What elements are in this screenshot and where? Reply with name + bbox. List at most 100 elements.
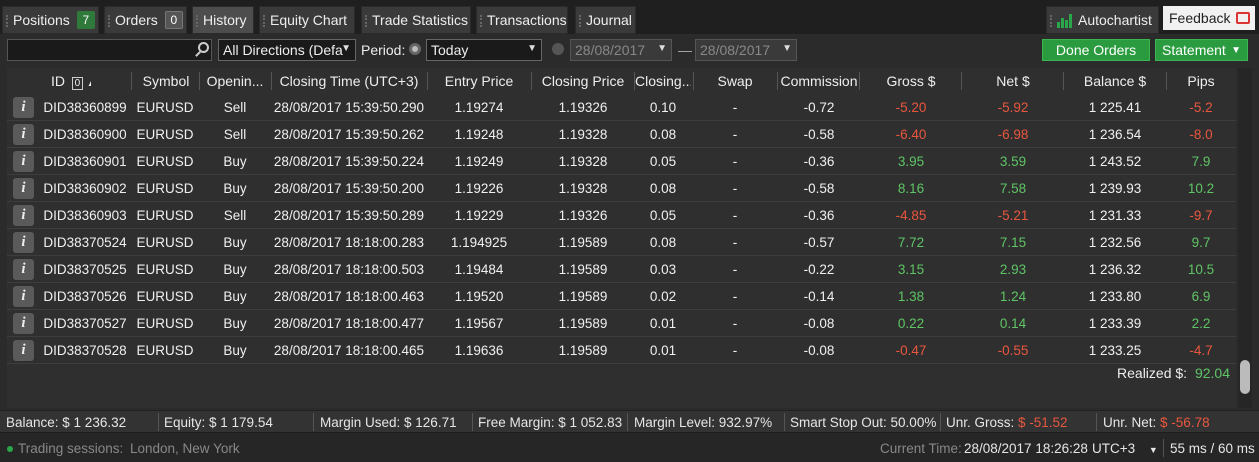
header-commission[interactable]: Commission bbox=[779, 73, 859, 89]
date-range-radio[interactable] bbox=[552, 43, 564, 55]
realized-total: Realized $: 92.04 bbox=[1117, 365, 1230, 381]
equity-status: Equity: $ 1 179.54 bbox=[164, 415, 273, 430]
info-icon[interactable]: i bbox=[13, 232, 34, 253]
header-closing-price[interactable]: Closing Price bbox=[533, 73, 633, 89]
sessions-value: London, New York bbox=[130, 441, 240, 456]
info-icon[interactable]: i bbox=[13, 205, 34, 226]
table-row[interactable]: i DID38370527 EURUSD Buy 28/08/2017 18:18:00… bbox=[7, 310, 1236, 337]
table-row[interactable]: i DID38360900 EURUSD Sell 28/08/2017 15:39:5… bbox=[7, 121, 1236, 148]
info-icon[interactable]: i bbox=[13, 178, 34, 199]
header-opening[interactable]: Openin... bbox=[201, 73, 269, 89]
table-row[interactable]: i DID38370526 EURUSD Buy 28/08/2017 18:18:00… bbox=[7, 283, 1236, 310]
info-icon[interactable]: i bbox=[13, 151, 34, 172]
info-icon[interactable]: i bbox=[13, 313, 34, 334]
cell-symbol: EURUSD bbox=[136, 154, 194, 169]
header-symbol[interactable]: Symbol bbox=[135, 73, 197, 89]
table-row[interactable]: i DID38360899 EURUSD Sell 28/08/2017 15:39:5… bbox=[7, 94, 1236, 121]
cell-net: 1.24 bbox=[999, 289, 1027, 304]
timezone-select[interactable]: UTC+3 ▼ bbox=[1092, 441, 1158, 456]
info-icon[interactable]: i bbox=[13, 259, 34, 280]
cell-entry: 1.19226 bbox=[454, 181, 504, 196]
tab-journal[interactable]: Journal bbox=[575, 6, 636, 34]
period-select[interactable]: Today ▼ bbox=[426, 39, 542, 61]
table-row[interactable]: i DID38360901 EURUSD Buy 28/08/2017 15:39:50… bbox=[7, 148, 1236, 175]
table-row[interactable]: i DID38370525 EURUSD Buy 28/08/2017 18:18:00… bbox=[7, 256, 1236, 283]
table-row[interactable]: i DID38370524 EURUSD Buy 28/08/2017 18:18:00… bbox=[7, 229, 1236, 256]
cell-net: 7.15 bbox=[999, 235, 1027, 250]
cell-qty: 0.01 bbox=[649, 343, 677, 358]
tab-transactions[interactable]: Transactions bbox=[476, 6, 568, 34]
cell-swap: - bbox=[732, 181, 738, 196]
cell-close: 1.19589 bbox=[558, 316, 608, 331]
id-filter-badge[interactable]: 0 bbox=[71, 77, 83, 90]
header-balance[interactable]: Balance $ bbox=[1065, 73, 1165, 89]
feedback-button[interactable]: Feedback bbox=[1163, 6, 1255, 30]
autochartist-icon bbox=[1057, 12, 1073, 28]
tab-label: Autochartist bbox=[1078, 12, 1152, 28]
tab-label: Trade Statistics bbox=[372, 12, 468, 28]
cell-qty: 0.02 bbox=[649, 289, 677, 304]
cell-swap: - bbox=[732, 100, 738, 115]
cell-net: -0.55 bbox=[997, 343, 1029, 358]
scroll-thumb[interactable] bbox=[1240, 360, 1250, 394]
header-closing-qty[interactable]: Closing... bbox=[635, 73, 691, 89]
search-icon[interactable] bbox=[198, 42, 209, 53]
cell-comm: -0.14 bbox=[803, 289, 835, 304]
vertical-scrollbar[interactable] bbox=[1238, 68, 1252, 408]
table-row[interactable]: i DID38360903 EURUSD Sell 28/08/2017 15:39:5… bbox=[7, 202, 1236, 229]
cell-swap: - bbox=[732, 343, 738, 358]
cell-swap: - bbox=[732, 262, 738, 277]
cell-comm: -0.22 bbox=[803, 262, 835, 277]
cell-swap: - bbox=[732, 316, 738, 331]
cell-close: 1.19326 bbox=[558, 208, 608, 223]
tab-autochartist[interactable]: Autochartist bbox=[1046, 6, 1159, 34]
cell-symbol: EURUSD bbox=[136, 343, 194, 358]
cell-comm: -0.36 bbox=[803, 154, 835, 169]
unr-gross-value: $ -51.52 bbox=[1018, 415, 1068, 430]
cell-balance: 1 233.39 bbox=[1088, 316, 1142, 331]
header-closing-time[interactable]: Closing Time (UTC+3) bbox=[273, 73, 425, 89]
tab-history[interactable]: History bbox=[192, 6, 254, 34]
cell-close: 1.19589 bbox=[558, 289, 608, 304]
header-pips[interactable]: Pips bbox=[1167, 73, 1235, 89]
cell-entry: 1.19248 bbox=[454, 127, 504, 142]
search-input[interactable] bbox=[7, 39, 212, 61]
info-icon[interactable]: i bbox=[13, 286, 34, 307]
cell-entry: 1.19567 bbox=[454, 316, 504, 331]
tab-equity-chart[interactable]: Equity Chart bbox=[259, 6, 355, 34]
tab-orders[interactable]: Orders 0 bbox=[104, 6, 187, 34]
header-net[interactable]: Net $ bbox=[963, 73, 1063, 89]
cell-gross: 7.72 bbox=[897, 235, 925, 250]
info-icon[interactable]: i bbox=[13, 124, 34, 145]
header-gross[interactable]: Gross $ bbox=[861, 73, 961, 89]
tab-positions[interactable]: Positions 7 bbox=[2, 6, 99, 34]
cell-entry: 1.19249 bbox=[454, 154, 504, 169]
cell-gross: -6.40 bbox=[895, 127, 927, 142]
period-radio[interactable] bbox=[409, 43, 421, 55]
cell-comm: -0.58 bbox=[803, 127, 835, 142]
current-time-value: 28/08/2017 18:26:28 bbox=[964, 441, 1088, 456]
cell-close: 1.19326 bbox=[558, 100, 608, 115]
date-to-field[interactable]: 28/08/2017 ▼ bbox=[695, 39, 797, 61]
date-from-field[interactable]: 28/08/2017 ▼ bbox=[570, 39, 672, 61]
table-row[interactable]: i DID38370528 EURUSD Buy 28/08/2017 18:18:00… bbox=[7, 337, 1236, 364]
cell-swap: - bbox=[732, 154, 738, 169]
done-orders-button[interactable]: Done Orders bbox=[1042, 39, 1150, 61]
header-id[interactable]: ID 0 ▲ bbox=[51, 73, 91, 90]
statement-label: Statement bbox=[1162, 42, 1226, 58]
count-badge: 0 bbox=[164, 11, 183, 29]
info-icon[interactable]: i bbox=[13, 97, 34, 118]
header-entry-price[interactable]: Entry Price bbox=[429, 73, 529, 89]
direction-select[interactable]: All Directions (Defa ▼ bbox=[218, 39, 356, 61]
cell-balance: 1 243.52 bbox=[1088, 154, 1142, 169]
grip-icon bbox=[365, 15, 367, 27]
statement-button[interactable]: Statement ▼ bbox=[1155, 39, 1248, 61]
cell-gross: -0.47 bbox=[895, 343, 927, 358]
header-swap[interactable]: Swap bbox=[695, 73, 775, 89]
cell-entry: 1.19274 bbox=[454, 100, 504, 115]
info-icon[interactable]: i bbox=[13, 340, 34, 361]
tab-label: Journal bbox=[586, 12, 632, 28]
table-row[interactable]: i DID38360902 EURUSD Buy 28/08/2017 15:39:50… bbox=[7, 175, 1236, 202]
tab-trade-statistics[interactable]: Trade Statistics bbox=[361, 6, 471, 34]
cell-time: 28/08/2017 15:39:50.262 bbox=[273, 127, 425, 142]
